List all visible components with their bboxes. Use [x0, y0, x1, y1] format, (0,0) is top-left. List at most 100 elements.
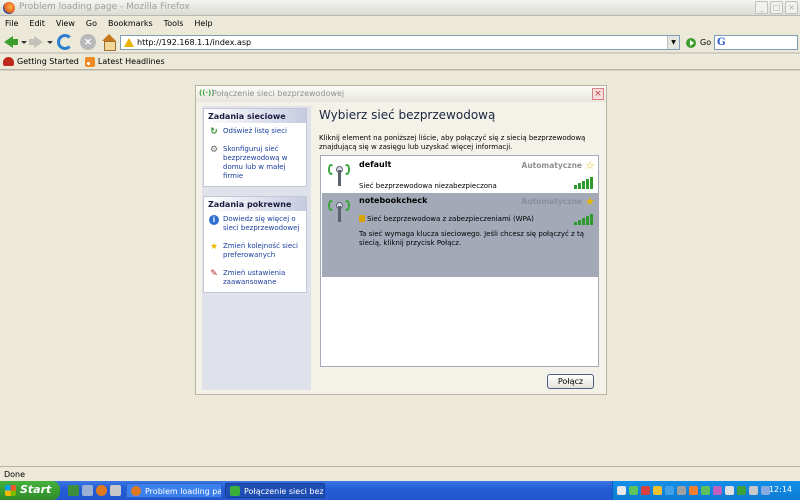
navigation-toolbar: × http://192.168.1.1/index.asp ▼ Go G: [0, 31, 800, 53]
dialog-titlebar: ((·)) Połączenie sieci bezprzewodowej ×: [196, 86, 606, 102]
task-pane: Zadania sieciowe ↻ Odśwież listę sieci ⚙…: [202, 106, 311, 390]
wireless-antenna-icon: [328, 163, 350, 187]
network-item-default[interactable]: default Automatyczne ☆ Sieć bezprzewodow…: [322, 157, 598, 193]
task-advanced-settings[interactable]: ✎ Zmień ustawienia zaawansowane: [204, 265, 306, 292]
window-title: Problem loading page - Mozilla Firefox: [19, 2, 190, 12]
tray-icon[interactable]: [617, 486, 626, 495]
search-input[interactable]: G: [714, 35, 798, 50]
preferred-star-icon: ★: [585, 195, 595, 208]
tray-icon[interactable]: [689, 486, 698, 495]
close-button[interactable]: ×: [785, 1, 798, 14]
network-list[interactable]: default Automatyczne ☆ Sieć bezprzewodow…: [320, 155, 599, 367]
star-icon: ★: [209, 242, 219, 252]
url-input[interactable]: http://192.168.1.1/index.asp ▼: [120, 35, 680, 50]
url-dropdown-icon[interactable]: ▼: [667, 36, 679, 49]
maximize-button[interactable]: □: [770, 1, 783, 14]
taskbar-item-firefox[interactable]: Problem loading page...: [126, 483, 222, 498]
forward-dropdown-icon[interactable]: [47, 41, 53, 44]
connection-mode: Automatyczne: [521, 197, 582, 206]
network-name: default: [359, 160, 392, 169]
tray-icon[interactable]: [629, 486, 638, 495]
related-tasks-panel: Zadania pokrewne i Dowiedz się więcej o …: [203, 196, 307, 293]
bookmark-getting-started[interactable]: Getting Started: [3, 57, 79, 66]
go-icon[interactable]: [686, 38, 696, 48]
status-text: Done: [4, 470, 26, 479]
system-tray: 12:14: [612, 481, 800, 500]
forward-arrow-icon[interactable]: [28, 34, 44, 50]
dialog-title: Połączenie sieci bezprzewodowej: [212, 89, 345, 98]
task-learn-more[interactable]: i Dowiedz się więcej o sieci bezprzewodo…: [204, 211, 306, 238]
rss-feed-icon: [84, 56, 95, 67]
signal-strength-icon: [574, 214, 593, 225]
menu-view[interactable]: View: [56, 19, 75, 28]
menu-edit[interactable]: Edit: [29, 19, 45, 28]
network-security-status: Sieć bezprzewodowa niezabezpieczona: [359, 182, 497, 190]
taskbar-item-wireless-dialog[interactable]: Połączenie sieci bezprz...: [225, 483, 325, 498]
connect-button[interactable]: Połącz: [547, 374, 594, 389]
start-button[interactable]: Start: [0, 481, 60, 500]
home-icon[interactable]: [101, 34, 117, 51]
menu-file[interactable]: File: [5, 19, 18, 28]
network-item-notebookcheck[interactable]: notebookcheck Automatyczne ★ Sieć bezprz…: [322, 193, 598, 277]
tray-icon[interactable]: [653, 486, 662, 495]
firefox-icon: [131, 486, 141, 496]
minimize-button[interactable]: _: [755, 1, 768, 14]
wireless-network-dialog: ((·)) Połączenie sieci bezprzewodowej × …: [195, 85, 607, 395]
windows-logo-icon: [5, 485, 16, 496]
warning-icon: [124, 38, 134, 47]
menu-help[interactable]: Help: [194, 19, 212, 28]
network-tasks-panel: Zadania sieciowe ↻ Odśwież listę sieci ⚙…: [203, 108, 307, 187]
lock-icon: [359, 215, 365, 222]
tray-icon[interactable]: [713, 486, 722, 495]
connection-mode: Automatyczne: [521, 161, 582, 170]
menu-go[interactable]: Go: [86, 19, 97, 28]
clock: 12:14: [768, 485, 792, 494]
dialog-close-button[interactable]: ×: [592, 88, 604, 100]
url-text: http://192.168.1.1/index.asp: [137, 38, 252, 47]
google-icon: G: [717, 37, 726, 48]
menu-tools[interactable]: Tools: [164, 19, 184, 28]
menu-bar: File Edit View Go Bookmarks Tools Help: [0, 16, 800, 31]
reload-icon[interactable]: [57, 34, 73, 50]
firefox-logo-icon: [3, 2, 15, 14]
network-setup-icon: ⚙: [209, 145, 219, 155]
browser-titlebar: Problem loading page - Mozilla Firefox _…: [0, 0, 800, 16]
instructions-text: Kliknij element na poniższej liście, aby…: [319, 134, 586, 151]
network-key-notice: Ta sieć wymaga klucza sieciowego. Jeśli …: [359, 230, 584, 247]
task-setup-network[interactable]: ⚙ Skonfiguruj sieć bezprzewodową w domu …: [204, 141, 306, 186]
wireless-icon: [230, 486, 240, 496]
tray-icon[interactable]: [701, 486, 710, 495]
quicklaunch-email-icon[interactable]: [82, 485, 93, 496]
bookmarks-toolbar: Getting Started Latest Headlines: [0, 54, 800, 70]
go-button[interactable]: Go: [700, 38, 711, 47]
wireless-antenna-icon: [328, 199, 350, 223]
refresh-icon: ↻: [210, 127, 218, 137]
quicklaunch-firefox-icon[interactable]: [96, 485, 107, 496]
tray-icon[interactable]: [665, 486, 674, 495]
status-bar: Done: [0, 466, 800, 481]
bookmark-latest-headlines[interactable]: Latest Headlines: [84, 56, 165, 67]
signal-strength-icon: [574, 177, 593, 189]
network-selection-area: Wybierz sieć bezprzewodową Kliknij eleme…: [315, 106, 600, 390]
task-change-order[interactable]: ★ Zmień kolejność sieci preferowanych: [204, 238, 306, 265]
back-arrow-icon[interactable]: [3, 34, 19, 50]
back-dropdown-icon[interactable]: [21, 41, 27, 44]
tray-wireless-icon[interactable]: [737, 486, 746, 495]
task-refresh-list[interactable]: ↻ Odśwież listę sieci: [204, 123, 306, 141]
tray-volume-icon[interactable]: [749, 486, 758, 495]
advanced-settings-icon: ✎: [210, 269, 218, 279]
firefox-bookmark-icon: [3, 57, 14, 66]
page-title: Wybierz sieć bezprzewodową: [319, 108, 496, 122]
tray-icon[interactable]: [725, 486, 734, 495]
quicklaunch-more-icon[interactable]: [110, 485, 121, 496]
tray-icon[interactable]: [677, 486, 686, 495]
tray-icon[interactable]: [641, 486, 650, 495]
network-name: notebookcheck: [359, 196, 428, 205]
menu-bookmarks[interactable]: Bookmarks: [108, 19, 153, 28]
stop-icon[interactable]: ×: [80, 34, 96, 50]
info-icon: i: [209, 215, 219, 225]
related-tasks-header: Zadania pokrewne: [204, 197, 306, 211]
quicklaunch-desktop-icon[interactable]: [68, 485, 79, 496]
preferred-star-icon: ☆: [585, 159, 595, 172]
network-security-status: Sieć bezprzewodowa z zabezpieczeniami (W…: [359, 215, 534, 223]
